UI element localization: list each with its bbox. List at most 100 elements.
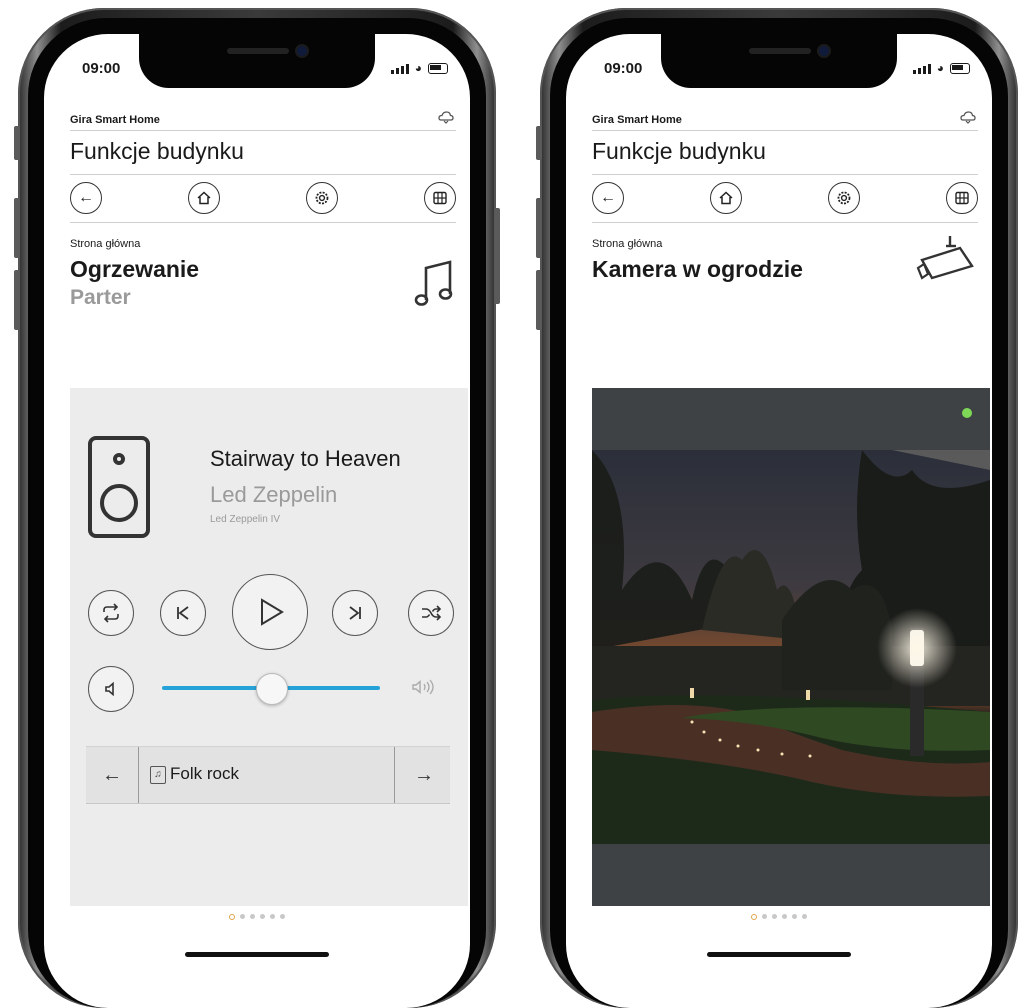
grid-icon [955, 191, 969, 205]
genre-next-button[interactable]: → [398, 747, 450, 803]
breadcrumb[interactable]: Strona główna [592, 238, 662, 250]
page-dot[interactable] [229, 914, 235, 920]
page-dot[interactable] [751, 914, 757, 920]
battery-icon [950, 63, 970, 74]
volume-high-icon [410, 678, 440, 699]
home-indicator[interactable] [185, 952, 329, 957]
grid-button[interactable] [424, 182, 456, 214]
next-button[interactable] [332, 590, 378, 636]
home-icon [197, 191, 211, 205]
back-button[interactable]: ← [592, 182, 624, 214]
mute-button[interactable] [88, 666, 134, 712]
divider [394, 747, 395, 803]
skip-back-icon [177, 606, 189, 620]
camera-status-indicator [962, 408, 972, 418]
arrow-left-icon: ← [600, 189, 616, 206]
room-title: Kamera w ogrodzie [592, 256, 803, 282]
volume-down-button [14, 270, 20, 330]
page-dot[interactable] [280, 914, 285, 919]
divider [592, 130, 978, 131]
page-dot[interactable] [240, 914, 245, 919]
play-button[interactable] [232, 574, 308, 650]
repeat-icon [103, 603, 119, 623]
room-subtitle: Parter [70, 286, 131, 309]
breadcrumb[interactable]: Strona główna [70, 238, 140, 250]
notch [139, 34, 375, 88]
signal-icon [912, 64, 931, 74]
divider [592, 222, 978, 223]
phone-left: 09:00 ◕ Gira Smart Home Funkcje budynku … [14, 8, 500, 1008]
genre-prev-button[interactable]: ← [86, 747, 138, 803]
home-button[interactable] [188, 182, 220, 214]
previous-button[interactable] [160, 590, 206, 636]
divider [70, 174, 456, 175]
volume-slider-thumb[interactable] [256, 673, 288, 705]
play-icon [261, 598, 284, 626]
cloud-sync-icon[interactable] [960, 110, 976, 127]
page-dot[interactable] [792, 914, 797, 919]
page-title: Funkcje budynku [592, 138, 766, 164]
mute-switch [14, 126, 20, 160]
home-indicator[interactable] [707, 952, 851, 957]
arrow-right-icon: → [414, 763, 434, 786]
camera-view-panel [592, 388, 990, 906]
speaker-icon [88, 436, 150, 538]
page-title: Funkcje budynku [70, 138, 244, 164]
nav-bar: ← [70, 182, 456, 216]
home-button[interactable] [710, 182, 742, 214]
repeat-button[interactable] [88, 590, 134, 636]
page-indicator [566, 914, 992, 920]
security-camera-icon [914, 234, 976, 287]
page-dot[interactable] [802, 914, 807, 919]
volume-up-button [14, 198, 20, 258]
nav-bar: ← [592, 182, 978, 216]
page-dot[interactable] [782, 914, 787, 919]
phone-bezel: 09:00 ◕ Gira Smart Home Funkcje budynku … [550, 18, 1008, 1008]
volume-down-button [536, 270, 542, 330]
status-time: 09:00 [604, 60, 643, 77]
signal-icon [390, 64, 409, 74]
settings-button[interactable] [828, 182, 860, 214]
camera-feed-image[interactable] [592, 450, 990, 844]
track-title: Stairway to Heaven [210, 446, 401, 471]
settings-button[interactable] [306, 182, 338, 214]
wifi-icon: ◕ [936, 61, 944, 75]
divider [138, 747, 139, 803]
status-icons: ◕ [912, 61, 970, 75]
gear-icon [315, 191, 329, 205]
arrow-left-icon: ← [78, 189, 94, 206]
gear-icon [837, 191, 851, 205]
arrow-left-icon: ← [102, 763, 122, 786]
wifi-icon: ◕ [414, 61, 422, 75]
page-indicator [44, 914, 470, 920]
track-album: Led Zeppelin IV [210, 514, 281, 525]
battery-icon [428, 63, 448, 74]
status-time: 09:00 [82, 60, 121, 77]
shuffle-button[interactable] [408, 590, 454, 636]
app-brand: Gira Smart Home [592, 114, 682, 126]
phone-bezel: 09:00 ◕ Gira Smart Home Funkcje budynku … [28, 18, 486, 1008]
app-brand: Gira Smart Home [70, 114, 160, 126]
divider [70, 222, 456, 223]
screen-camera: 09:00 ◕ Gira Smart Home Funkcje budynku … [566, 34, 992, 1008]
page-dot[interactable] [772, 914, 777, 919]
cloud-sync-icon[interactable] [438, 110, 454, 127]
skip-forward-icon [349, 606, 361, 620]
grid-icon [433, 191, 447, 205]
music-file-icon: ♫ [150, 766, 166, 784]
page-dot[interactable] [270, 914, 275, 919]
page-dot[interactable] [260, 914, 265, 919]
page-dot[interactable] [762, 914, 767, 919]
grid-button[interactable] [946, 182, 978, 214]
music-note-icon [414, 258, 454, 313]
room-title: Ogrzewanie [70, 256, 200, 282]
genre-label[interactable]: Folk rock [170, 764, 239, 784]
divider [70, 130, 456, 131]
mute-switch [536, 126, 542, 160]
home-icon [719, 191, 733, 205]
page-dot[interactable] [250, 914, 255, 919]
back-button[interactable]: ← [70, 182, 102, 214]
status-icons: ◕ [390, 61, 448, 75]
shuffle-icon [422, 605, 442, 621]
track-artist: Led Zeppelin [210, 482, 338, 507]
